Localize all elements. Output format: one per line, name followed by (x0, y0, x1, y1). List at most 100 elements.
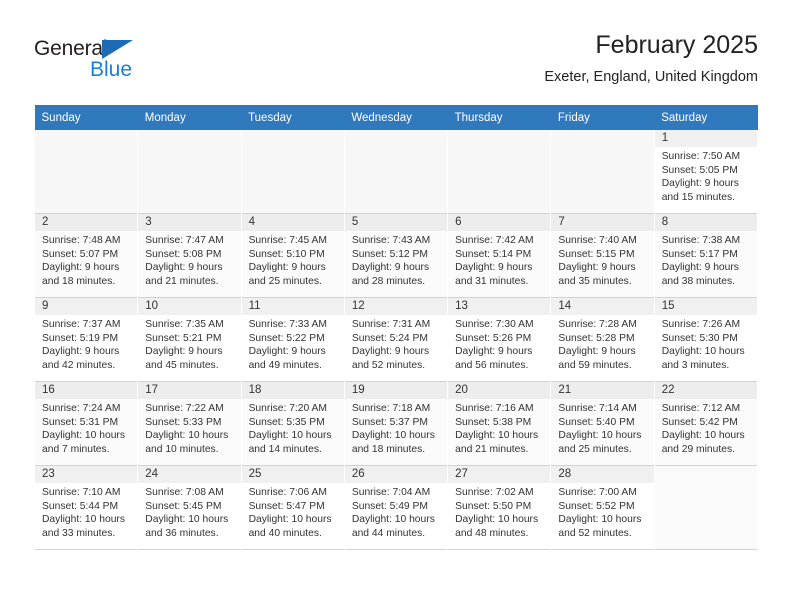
calendar-day-cell[interactable]: 11 Sunrise: 7:33 AM Sunset: 5:22 PM Dayligh… (241, 298, 344, 382)
calendar-day-cell[interactable]: 9 Sunrise: 7:37 AM Sunset: 5:19 PM Daylight… (35, 298, 138, 382)
calendar-day-cell[interactable]: 8 Sunrise: 7:38 AM Sunset: 5:17 PM Daylight… (654, 214, 757, 298)
calendar-cell (137, 130, 242, 214)
calendar-day-cell[interactable]: 24 Sunrise: 7:08 AM Sunset: 5:45 PM Dayligh… (138, 466, 241, 550)
day-daylight-line2-text: and 36 minutes. (145, 527, 219, 539)
calendar-day-cell[interactable]: 10 Sunrise: 7:35 AM Sunset: 5:21 PM Dayligh… (138, 298, 241, 382)
calendar-cell: 19 Sunrise: 7:18 AM Sunset: 5:37 PM Dayligh… (343, 382, 449, 466)
calendar-day-cell[interactable]: 2 Sunrise: 7:48 AM Sunset: 5:07 PM Daylight… (35, 214, 138, 298)
calendar-day-cell[interactable]: 27 Sunrise: 7:02 AM Sunset: 5:50 PM Dayligh… (448, 466, 551, 550)
calendar-cell: 9 Sunrise: 7:37 AM Sunset: 5:19 PM Daylight… (33, 298, 139, 382)
calendar-day-cell[interactable]: 17 Sunrise: 7:22 AM Sunset: 5:33 PM Dayligh… (138, 382, 241, 466)
calendar-cell: 25 Sunrise: 7:06 AM Sunset: 5:47 PM Dayligh… (240, 466, 345, 550)
calendar-page: General Blue February 2025 Exeter, Engla… (0, 0, 792, 612)
calendar-day-cell[interactable]: 22 Sunrise: 7:12 AM Sunset: 5:42 PM Dayligh… (654, 382, 757, 466)
calendar-day-cell[interactable]: 26 Sunrise: 7:04 AM Sunset: 5:49 PM Dayligh… (344, 466, 448, 550)
day-daylight-line1-text: Daylight: 10 hours (42, 430, 125, 442)
day-sunset-text: Sunset: 5:05 PM (661, 164, 738, 176)
weekday-header-thursday: Thursday (447, 105, 551, 130)
day-details: Sunrise: 7:16 AM Sunset: 5:38 PM Daylight:… (448, 399, 550, 456)
day-details: Sunrise: 7:26 AM Sunset: 5:30 PM Daylight:… (655, 315, 757, 372)
day-daylight-line2-text: and 52 minutes. (351, 359, 426, 371)
day-daylight-line2-text: and 25 minutes. (248, 275, 322, 287)
calendar-day-cell[interactable]: 14 Sunrise: 7:28 AM Sunset: 5:28 PM Dayligh… (551, 298, 654, 382)
logo-triangle-icon (102, 40, 133, 59)
day-details: Sunrise: 7:04 AM Sunset: 5:49 PM Daylight:… (345, 483, 447, 540)
calendar-day-cell[interactable]: 19 Sunrise: 7:18 AM Sunset: 5:37 PM Dayligh… (344, 382, 448, 466)
logo-text-general: General (34, 37, 108, 60)
day-number: 11 (241, 298, 344, 315)
calendar-cell: 5 Sunrise: 7:43 AM Sunset: 5:12 PM Daylight… (343, 214, 449, 298)
day-details: Sunrise: 7:18 AM Sunset: 5:37 PM Daylight:… (345, 399, 447, 456)
day-number: 10 (138, 298, 241, 315)
calendar-day-cell[interactable]: 28 Sunrise: 7:00 AM Sunset: 5:52 PM Dayligh… (551, 466, 654, 550)
calendar-week-row: 1 Sunrise: 7:50 AM Sunset: 5:05 PM Daylight… (33, 130, 759, 214)
day-sunrise-text: Sunrise: 7:42 AM (455, 235, 534, 246)
day-daylight-line2-text: and 40 minutes. (248, 527, 322, 539)
day-sunrise-text: Sunrise: 7:20 AM (248, 403, 327, 414)
day-number: 3 (138, 214, 241, 231)
day-details: Sunrise: 7:31 AM Sunset: 5:24 PM Daylight:… (345, 315, 447, 372)
day-daylight-line2-text: and 33 minutes. (42, 527, 116, 539)
calendar-cell (240, 130, 345, 214)
day-sunrise-text: Sunrise: 7:47 AM (145, 235, 224, 246)
calendar-day-cell[interactable]: 16 Sunrise: 7:24 AM Sunset: 5:31 PM Dayligh… (35, 382, 138, 466)
day-daylight-line1-text: Daylight: 10 hours (558, 430, 642, 442)
calendar-cell: 14 Sunrise: 7:28 AM Sunset: 5:28 PM Dayligh… (550, 298, 655, 382)
day-sunset-text: Sunset: 5:37 PM (351, 416, 428, 428)
day-details: Sunrise: 7:20 AM Sunset: 5:35 PM Daylight:… (242, 399, 344, 456)
calendar-day-cell[interactable]: 6 Sunrise: 7:42 AM Sunset: 5:14 PM Daylight… (448, 214, 551, 298)
day-sunset-text: Sunset: 5:50 PM (455, 500, 532, 512)
day-daylight-line1-text: Daylight: 9 hours (351, 262, 430, 274)
weekday-header-friday: Friday (550, 105, 655, 130)
calendar-cell (343, 130, 449, 214)
day-daylight-line1-text: Daylight: 10 hours (42, 514, 125, 526)
weekday-header-saturday: Saturday (654, 105, 758, 130)
calendar-cell: 12 Sunrise: 7:31 AM Sunset: 5:24 PM Dayligh… (343, 298, 449, 382)
day-daylight-line1-text: Daylight: 9 hours (42, 262, 120, 274)
weekday-header-sunday: Sunday (34, 105, 138, 130)
day-daylight-line1-text: Daylight: 10 hours (145, 430, 229, 442)
calendar-day-cell[interactable]: 4 Sunrise: 7:45 AM Sunset: 5:10 PM Daylight… (241, 214, 344, 298)
calendar-day-cell[interactable]: 3 Sunrise: 7:47 AM Sunset: 5:08 PM Daylight… (138, 214, 241, 298)
calendar-day-cell[interactable]: 21 Sunrise: 7:14 AM Sunset: 5:40 PM Dayligh… (551, 382, 654, 466)
calendar-day-cell[interactable]: 15 Sunrise: 7:26 AM Sunset: 5:30 PM Dayligh… (654, 298, 757, 382)
calendar-day-cell[interactable]: 20 Sunrise: 7:16 AM Sunset: 5:38 PM Dayligh… (448, 382, 551, 466)
day-details: Sunrise: 7:43 AM Sunset: 5:12 PM Daylight:… (345, 231, 447, 288)
day-daylight-line2-text: and 56 minutes. (455, 359, 529, 371)
day-sunset-text: Sunset: 5:42 PM (661, 416, 738, 428)
day-daylight-line2-text: and 38 minutes. (661, 275, 735, 287)
calendar-day-cell[interactable]: 18 Sunrise: 7:20 AM Sunset: 5:35 PM Dayligh… (241, 382, 344, 466)
day-daylight-line2-text: and 18 minutes. (351, 443, 426, 455)
day-sunset-text: Sunset: 5:22 PM (248, 332, 325, 344)
day-sunrise-text: Sunrise: 7:04 AM (351, 487, 431, 498)
day-number: 21 (551, 382, 654, 399)
day-daylight-line2-text: and 14 minutes. (248, 443, 322, 455)
calendar-day-cell[interactable]: 13 Sunrise: 7:30 AM Sunset: 5:26 PM Dayligh… (448, 298, 551, 382)
day-daylight-line1-text: Daylight: 9 hours (351, 346, 430, 358)
logo-text-blue: Blue (90, 58, 133, 81)
day-daylight-line1-text: Daylight: 10 hours (248, 430, 332, 442)
day-sunset-text: Sunset: 5:49 PM (351, 500, 428, 512)
day-sunset-text: Sunset: 5:21 PM (145, 332, 222, 344)
calendar-day-cell[interactable]: 5 Sunrise: 7:43 AM Sunset: 5:12 PM Daylight… (344, 214, 448, 298)
day-details: Sunrise: 7:30 AM Sunset: 5:26 PM Daylight:… (448, 315, 550, 372)
day-sunrise-text: Sunrise: 7:50 AM (661, 151, 741, 162)
day-sunrise-text: Sunrise: 7:24 AM (42, 403, 121, 414)
calendar-day-cell[interactable]: 23 Sunrise: 7:10 AM Sunset: 5:44 PM Dayligh… (35, 466, 138, 550)
calendar-cell-empty (654, 466, 757, 550)
calendar-day-cell[interactable]: 7 Sunrise: 7:40 AM Sunset: 5:15 PM Daylight… (551, 214, 654, 298)
day-number: 26 (344, 466, 448, 483)
day-details: Sunrise: 7:00 AM Sunset: 5:52 PM Daylight:… (551, 483, 653, 540)
calendar-cell: 6 Sunrise: 7:42 AM Sunset: 5:14 PM Daylight… (447, 214, 552, 298)
day-sunrise-text: Sunrise: 7:45 AM (248, 235, 327, 246)
day-details: Sunrise: 7:37 AM Sunset: 5:19 PM Daylight:… (35, 315, 137, 372)
day-daylight-line2-text: and 10 minutes. (145, 443, 219, 455)
generalblue-logo[interactable]: General Blue (34, 38, 214, 94)
calendar-cell: 17 Sunrise: 7:22 AM Sunset: 5:33 PM Dayligh… (137, 382, 242, 466)
calendar-day-cell[interactable]: 1 Sunrise: 7:50 AM Sunset: 5:05 PM Daylight… (654, 130, 757, 214)
calendar-cell-empty (241, 130, 344, 214)
calendar-day-cell[interactable]: 12 Sunrise: 7:31 AM Sunset: 5:24 PM Dayligh… (344, 298, 448, 382)
day-details: Sunrise: 7:22 AM Sunset: 5:33 PM Daylight:… (138, 399, 240, 456)
day-sunset-text: Sunset: 5:26 PM (455, 332, 532, 344)
calendar-day-cell[interactable]: 25 Sunrise: 7:06 AM Sunset: 5:47 PM Dayligh… (241, 466, 344, 550)
